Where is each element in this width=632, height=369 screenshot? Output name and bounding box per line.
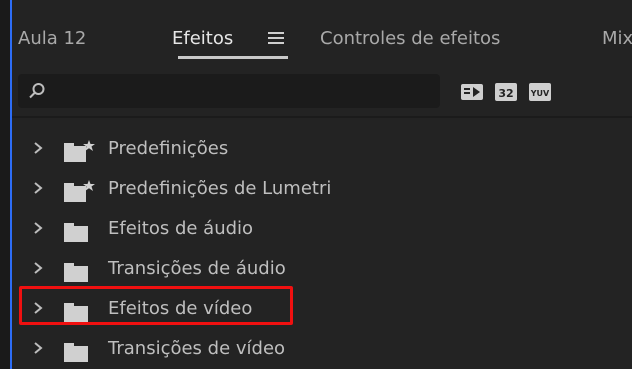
preset-folder-star-icon <box>64 180 95 202</box>
yuv-effects-icon[interactable]: YUV <box>528 80 552 104</box>
list-item-label: Transições de vídeo <box>108 338 286 359</box>
tab-controles-de-efeitos[interactable]: Controles de efeitos <box>320 28 500 49</box>
search-icon <box>29 83 45 99</box>
list-item-transicoes-de-audio[interactable]: Transições de áudio <box>12 248 632 288</box>
tab-aula-12[interactable]: Aula 12 <box>18 28 86 49</box>
32-bit-label: 32 <box>498 87 513 100</box>
list-item-predefinicoes-de-lumetri[interactable]: Predefinições de Lumetri <box>12 168 632 208</box>
search-input[interactable] <box>52 74 436 110</box>
folder-icon <box>64 223 88 242</box>
32-bit-color-icon[interactable]: 32 <box>494 80 518 104</box>
divider <box>12 116 632 118</box>
active-tab-indicator <box>178 56 288 59</box>
preset-folder-star-icon <box>64 140 95 162</box>
search-box[interactable] <box>18 74 440 110</box>
list-item-label: Transições de áudio <box>108 258 286 279</box>
panel-menu-icon[interactable] <box>268 30 284 44</box>
chevron-right-icon[interactable] <box>32 141 44 155</box>
chevron-right-icon[interactable] <box>32 181 44 195</box>
yuv-label: YUV <box>530 89 550 98</box>
panel-tab-bar: Aula 12 Efeitos Controles de efeitos Mix <box>12 0 632 68</box>
chevron-right-icon[interactable] <box>32 261 44 275</box>
folder-icon <box>64 343 88 362</box>
folder-icon <box>64 263 88 282</box>
tab-mix[interactable]: Mix <box>602 28 632 49</box>
list-item-transicoes-de-video[interactable]: Transições de vídeo <box>12 328 632 368</box>
list-item-label: Predefinições de Lumetri <box>108 178 332 199</box>
red-highlight-box <box>19 286 293 325</box>
tab-efeitos[interactable]: Efeitos <box>172 28 233 49</box>
list-item-label: Efeitos de áudio <box>108 218 254 239</box>
list-item-predefinicoes[interactable]: Predefinições <box>12 128 632 168</box>
panel-edge <box>0 0 10 369</box>
chevron-right-icon[interactable] <box>32 341 44 355</box>
accelerated-effects-icon[interactable] <box>460 80 484 104</box>
chevron-right-icon[interactable] <box>32 221 44 235</box>
list-item-efeitos-de-audio[interactable]: Efeitos de áudio <box>12 208 632 248</box>
list-item-label: Predefinições <box>108 138 229 159</box>
